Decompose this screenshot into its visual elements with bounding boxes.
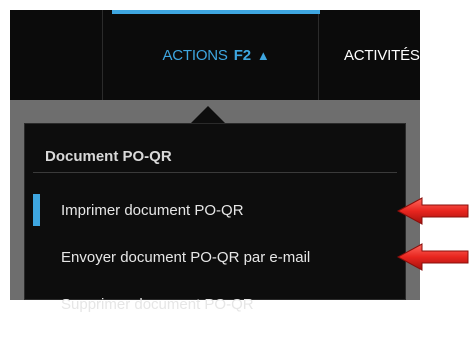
- top-toolbar: ACTIONS F2 ▲ ACTIVITÉS: [10, 10, 420, 100]
- toolbar-separator: [102, 10, 103, 100]
- tab-actions[interactable]: ACTIONS F2 ▲: [112, 10, 320, 100]
- menu-item-print-document[interactable]: Imprimer document PO-QR: [25, 192, 405, 228]
- actions-dropdown-menu: Document PO-QR Imprimer document PO-QR E…: [24, 123, 406, 313]
- menu-item-label: Imprimer document PO-QR: [61, 201, 244, 219]
- chevron-up-icon: ▲: [256, 47, 270, 63]
- red-arrow-pointer-icon: [396, 197, 469, 225]
- red-arrow-pointer-icon: [396, 243, 469, 271]
- menu-item-email-document[interactable]: Envoyer document PO-QR par e-mail: [25, 239, 405, 275]
- menu-divider: [33, 172, 397, 173]
- menu-item-label: Envoyer document PO-QR par e-mail: [61, 248, 311, 266]
- dropdown-pointer: [190, 106, 226, 124]
- active-tab-indicator: [112, 10, 320, 14]
- tab-actions-shortcut: F2: [233, 46, 251, 64]
- tab-activites-label: ACTIVITÉS: [344, 46, 420, 64]
- menu-item-label: Supprimer document PO-QR: [61, 295, 254, 313]
- selection-indicator: [33, 194, 40, 226]
- tab-activites[interactable]: ACTIVITÉS: [344, 10, 420, 100]
- menu-item-delete-document[interactable]: Supprimer document PO-QR: [25, 286, 405, 322]
- menu-section-title: Document PO-QR: [45, 148, 172, 165]
- tab-actions-label: ACTIONS: [162, 46, 228, 64]
